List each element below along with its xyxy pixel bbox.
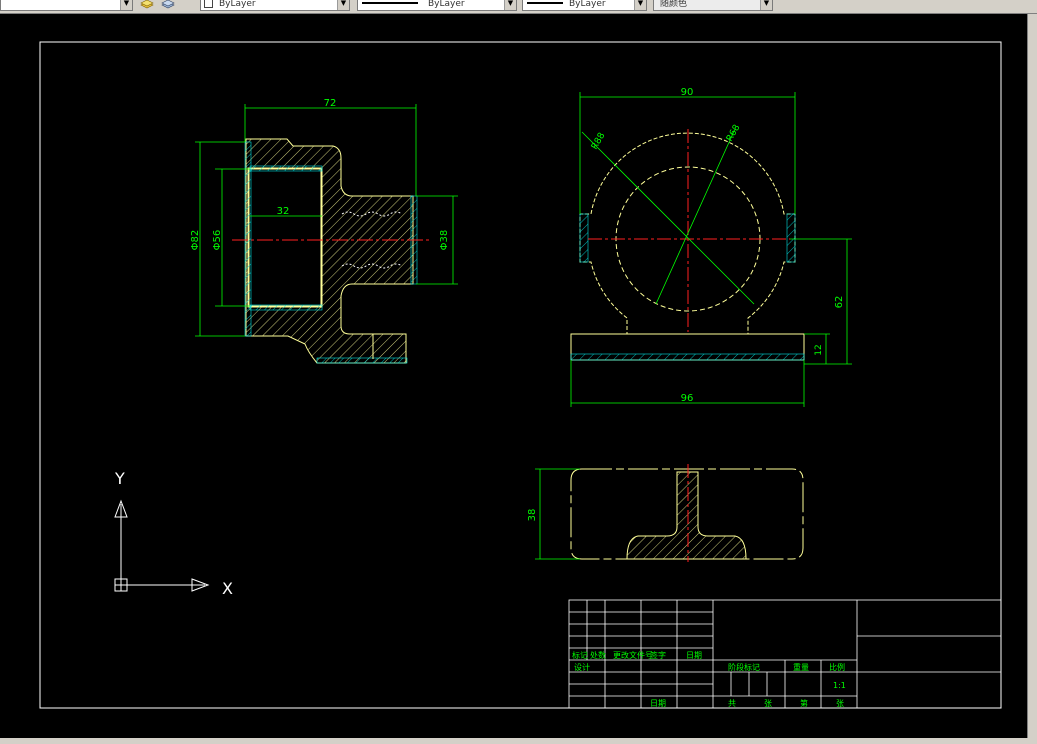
bottom-rib-section xyxy=(626,471,747,560)
dim-12-text: 12 xyxy=(814,344,824,355)
drawing-svg: 72 32 Φ82 Φ56 Φ38 R88 R68 90 62 12 96 38… xyxy=(39,41,1002,709)
title-block-text: 标记 处数 更改文件号 签字 日期 设计 阶段标记 重量 比例 1:1 日期 共… xyxy=(572,650,846,708)
linetype-preview-icon xyxy=(362,2,418,4)
linetype-control[interactable]: ByLayer ▼ xyxy=(357,0,517,11)
dim-phi56-text: Φ56 xyxy=(212,230,223,251)
dim-90-text: 90 xyxy=(681,87,694,98)
dim-phi82-text: Φ82 xyxy=(190,230,201,251)
tb-design-label: 设计 xyxy=(574,662,590,672)
horizontal-scrollbar[interactable] xyxy=(0,738,1037,744)
dim-72-text: 72 xyxy=(324,98,337,109)
tb-header-4: 签字 xyxy=(650,650,666,660)
chevron-down-icon[interactable]: ▼ xyxy=(337,0,349,10)
dim-62-text: 62 xyxy=(834,296,845,309)
lineweight-preview-icon xyxy=(527,2,563,4)
ucs-x-label: X xyxy=(222,579,233,598)
model-space-canvas[interactable]: 72 32 Φ82 Φ56 Φ38 R88 R68 90 62 12 96 38… xyxy=(0,14,1027,738)
tb-weight: 重量 xyxy=(793,662,809,672)
side-base-sleeve xyxy=(570,353,805,361)
ucs-icon: Y X xyxy=(114,469,233,598)
side-lug-right xyxy=(786,213,796,263)
sleeve-base xyxy=(316,357,408,364)
tb-num-1: 第 xyxy=(800,698,808,708)
lineweight-control[interactable]: ByLayer ▼ xyxy=(522,0,647,11)
front-section-view: 72 32 Φ82 Φ56 Φ38 xyxy=(190,98,458,364)
front-bore xyxy=(248,168,322,307)
color-swatch-icon xyxy=(204,0,213,8)
dim-r68-line xyxy=(655,128,736,305)
tb-header-1: 标记 xyxy=(572,650,588,660)
plotstyle-control[interactable]: 随颜色 ▼ xyxy=(653,0,773,11)
properties-toolbar: ▼ ByLayer ▼ ByLayer ▼ ByLayer ▼ 随颜色 ▼ xyxy=(0,0,1037,14)
plotstyle-value: 随颜色 xyxy=(660,0,688,9)
chevron-down-icon[interactable]: ▼ xyxy=(504,0,516,10)
dim-phi38-text: Φ38 xyxy=(439,230,450,251)
sleeve-bottom xyxy=(249,304,323,311)
side-lug-left xyxy=(579,213,589,263)
layer-previous-icon[interactable] xyxy=(161,0,175,11)
chevron-down-icon[interactable]: ▼ xyxy=(120,0,132,10)
side-view: R88 R68 90 62 12 96 xyxy=(570,87,852,407)
tb-num-2: 张 xyxy=(836,699,844,708)
color-control[interactable]: ByLayer ▼ xyxy=(200,0,350,11)
chevron-down-icon[interactable]: ▼ xyxy=(760,0,772,10)
tb-date-footer: 日期 xyxy=(650,699,666,708)
dim-r68-text: R68 xyxy=(725,123,743,144)
tb-header-2: 处数 xyxy=(590,650,606,660)
tb-header-5: 日期 xyxy=(686,651,702,660)
color-value: ByLayer xyxy=(219,0,256,9)
tb-stage-mark: 阶段标记 xyxy=(728,662,760,672)
layer-states-icon[interactable] xyxy=(140,0,154,11)
sleeve-top xyxy=(249,165,323,172)
dim-r88-text: R88 xyxy=(590,131,608,152)
dim-96-text: 96 xyxy=(681,393,694,404)
dropdown-stub[interactable]: ▼ xyxy=(0,0,133,11)
tb-header-3: 更改文件号 xyxy=(613,650,653,660)
dim-32-text: 32 xyxy=(277,206,290,217)
tb-total-1: 共 xyxy=(728,699,736,708)
tb-scale-value: 1:1 xyxy=(833,681,846,690)
dim-38-text: 38 xyxy=(527,509,538,522)
bottom-view: 38 xyxy=(527,464,804,562)
chevron-down-icon[interactable]: ▼ xyxy=(634,0,646,10)
tb-total-2: 张 xyxy=(764,699,772,708)
vertical-scrollbar[interactable] xyxy=(1027,14,1037,738)
ucs-y-label: Y xyxy=(114,469,125,488)
tb-scale-label: 比例 xyxy=(829,662,845,672)
